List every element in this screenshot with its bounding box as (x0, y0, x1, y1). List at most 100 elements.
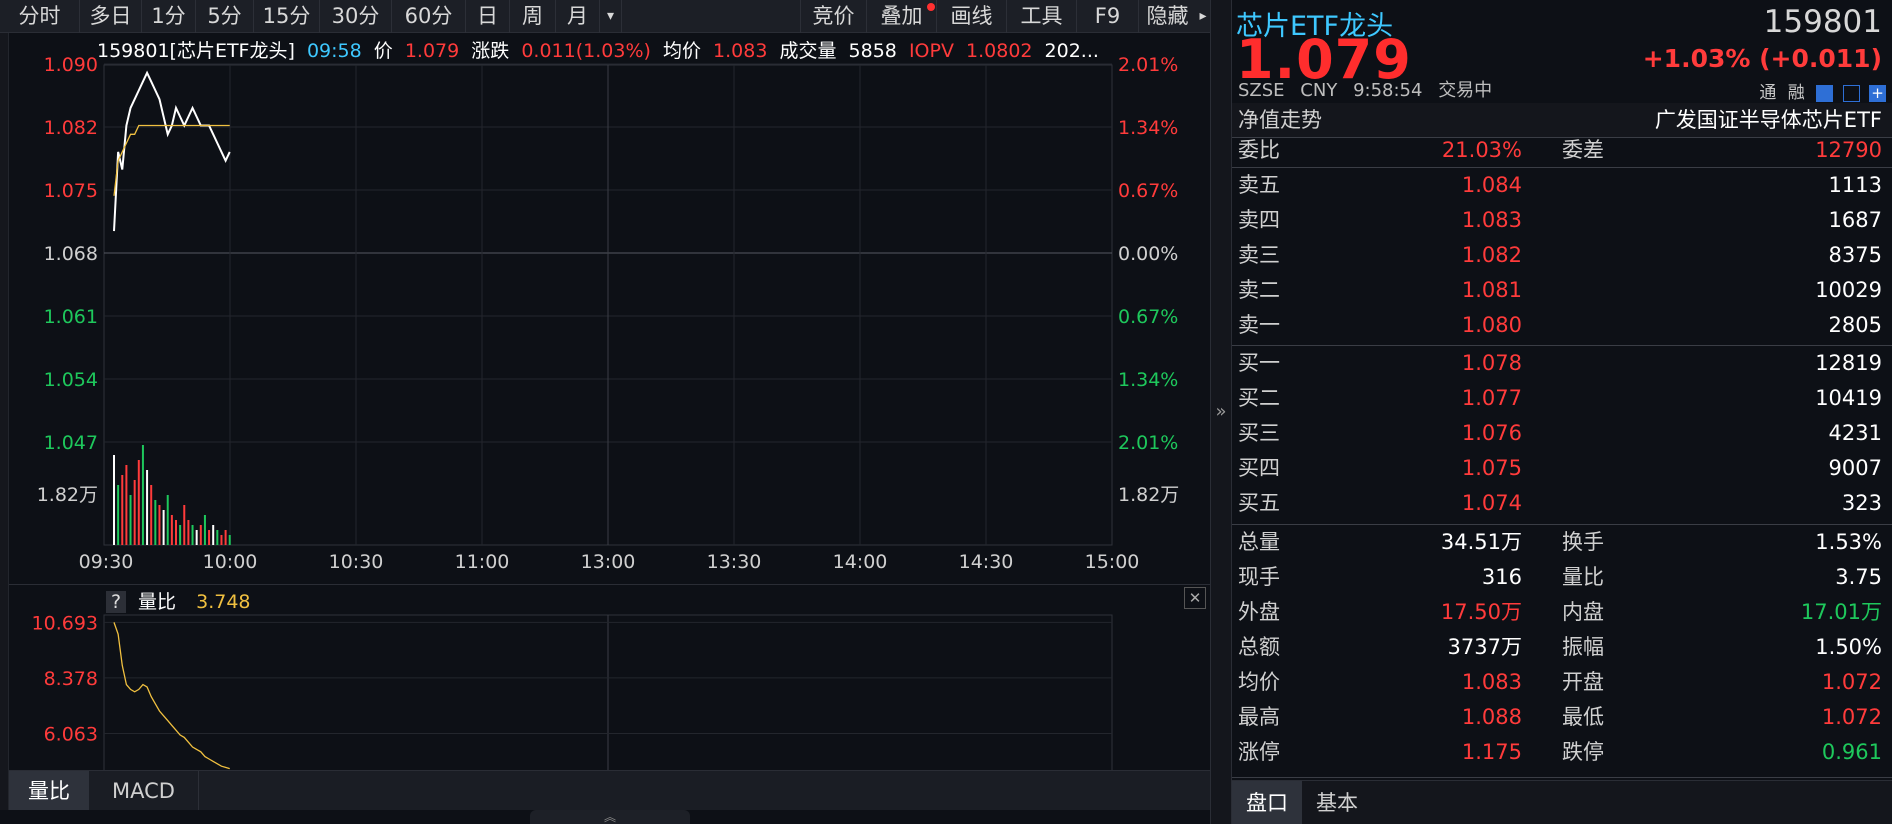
bid-row[interactable]: 买五 1.074 323 (1232, 486, 1892, 521)
tab-day[interactable]: 日 (466, 0, 510, 33)
close-icon[interactable]: ✕ (1184, 587, 1206, 609)
f9-button[interactable]: F9 (1076, 0, 1138, 33)
x-tick-label: 13:00 (581, 551, 636, 573)
tab-15min[interactable]: 15分 (254, 0, 320, 33)
bid-price: 1.075 (1461, 456, 1522, 480)
ask-row[interactable]: 卖二 1.081 10029 (1232, 273, 1892, 308)
volume-bar (183, 505, 186, 545)
tab-macd[interactable]: MACD (89, 771, 199, 811)
stat-label: 振幅 (1562, 635, 1604, 659)
market-status-line: SZSE CNY 9:58:54 交易中 (1238, 76, 1492, 102)
volume-bar (191, 525, 194, 545)
volume-bar (113, 455, 115, 545)
tab-60min[interactable]: 60分 (392, 0, 466, 33)
tab-month[interactable]: 月 (556, 0, 600, 33)
sub-chart-header: ? 量比 3.748 (106, 587, 251, 614)
stats-row: 总额 3737万 振幅 1.50% (1232, 630, 1892, 665)
tab-5min[interactable]: 5分 (196, 0, 254, 33)
volume-bar (170, 515, 173, 545)
stat-value: 17.01万 (1800, 600, 1882, 624)
ask-row[interactable]: 卖一 1.080 2805 (1232, 308, 1892, 343)
tab-basic[interactable]: 基本 (1302, 781, 1372, 824)
edit-icon[interactable] (1816, 84, 1834, 102)
bid-volume: 9007 (1828, 456, 1882, 480)
bid-row[interactable]: 买三 1.076 4231 (1232, 416, 1892, 451)
bid-volume: 323 (1841, 491, 1882, 515)
ask-row[interactable]: 卖五 1.084 1113 (1232, 168, 1892, 203)
sub-label: 量比 (138, 591, 177, 613)
stat-value: 1.53% (1815, 530, 1882, 554)
info-iopv-label: IOPV (908, 40, 954, 62)
volume-bar (175, 520, 177, 545)
intraday-chart[interactable]: 1.090 2.01% 1.082 1.34% 1.075 0.67% 1.068 0.00%… (9, 33, 1210, 578)
bid-row[interactable]: 买一 1.078 12819 (1232, 346, 1892, 381)
tab-multi-day[interactable]: 多日 (80, 0, 142, 33)
x-tick-label: 15:00 (1085, 551, 1140, 573)
bid-volume: 10419 (1815, 386, 1882, 410)
volume-bar (150, 485, 153, 545)
tab-volume-ratio[interactable]: 量比 (9, 771, 89, 811)
volume-tick-label: 1.82万 (37, 484, 98, 506)
alert-icon[interactable] (1842, 84, 1860, 102)
ask-volume: 8375 (1828, 243, 1882, 267)
bid-price: 1.074 (1461, 491, 1522, 515)
tab-intraday[interactable]: 分时 (0, 0, 80, 33)
tab-30min[interactable]: 30分 (320, 0, 392, 33)
stat-value: 1.088 (1461, 705, 1522, 729)
trading-status: 交易中 (1438, 80, 1493, 101)
stat-label: 外盘 (1238, 600, 1280, 624)
y-tick-label: 1.090 (44, 54, 98, 76)
stat-label: 换手 (1562, 530, 1604, 554)
expand-up-icon[interactable]: ︽ (530, 810, 690, 824)
y-right-tick-label: 0.00% (1118, 243, 1178, 265)
x-tick-label: 11:00 (455, 551, 510, 573)
x-tick-label: 09:30 (79, 551, 134, 573)
stat-label: 量比 (1562, 565, 1604, 589)
stat-label: 总量 (1238, 530, 1280, 554)
y-tick-label: 1.054 (44, 369, 98, 391)
y-right-tick-label: 1.34% (1118, 117, 1178, 139)
tab-week[interactable]: 周 (510, 0, 556, 33)
ask-price: 1.084 (1461, 173, 1522, 197)
ask-price: 1.080 (1461, 313, 1522, 337)
stats-row: 最高 1.088 最低 1.072 (1232, 700, 1892, 735)
sub-y-tick-label: 6.063 (44, 723, 98, 745)
ask-price: 1.083 (1461, 208, 1522, 232)
tab-1min[interactable]: 1分 (142, 0, 196, 33)
series-line-price (113, 70, 231, 232)
bid-row[interactable]: 买二 1.077 10419 (1232, 381, 1892, 416)
add-icon[interactable]: + (1869, 84, 1886, 102)
stats-row: 均价 1.083 开盘 1.072 (1232, 665, 1892, 700)
volume-bar (208, 530, 211, 545)
overlay-button[interactable]: 叠加 (866, 0, 936, 33)
volume-bar (216, 530, 219, 545)
volume-ratio-chart[interactable]: 10.693 8.378 6.063 ? 量比 3.748 ✕ (9, 584, 1210, 772)
stats-row: 总量 34.51万 换手 1.53% (1232, 525, 1892, 560)
bid-row[interactable]: 买四 1.075 9007 (1232, 451, 1892, 486)
volume-bar (129, 495, 132, 545)
volume-bar (158, 505, 161, 545)
volume-bar (166, 495, 169, 545)
volume-bar (228, 535, 231, 545)
indicator-tabs: 量比 MACD (9, 770, 1210, 811)
tools-button[interactable]: 工具 (1006, 0, 1076, 33)
auction-button[interactable]: 竞价 (800, 0, 866, 33)
hide-button[interactable]: 隐藏 (1138, 0, 1196, 33)
series-line-volume-ratio (113, 622, 230, 770)
info-trail: 202... (1044, 40, 1099, 62)
ask-label: 卖四 (1238, 208, 1280, 232)
volume-bar (199, 525, 202, 545)
toolbar-more-arrow[interactable]: ▸ (1196, 0, 1210, 33)
ask-row[interactable]: 卖三 1.082 8375 (1232, 238, 1892, 273)
ask-volume: 1113 (1828, 173, 1882, 197)
tab-order-book[interactable]: 盘口 (1232, 781, 1302, 824)
volume-bar (203, 515, 206, 545)
volume-bar (212, 525, 215, 545)
collapse-panel-icon[interactable]: » (1212, 400, 1230, 424)
period-more-dropdown[interactable]: ▾ (600, 0, 622, 33)
ask-row[interactable]: 卖四 1.083 1687 (1232, 203, 1892, 238)
draw-button[interactable]: 画线 (936, 0, 1006, 33)
stat-value: 1.50% (1815, 635, 1882, 659)
stats-row: 涨停 1.175 跌停 0.961 (1232, 735, 1892, 770)
help-icon[interactable]: ? (106, 591, 126, 613)
